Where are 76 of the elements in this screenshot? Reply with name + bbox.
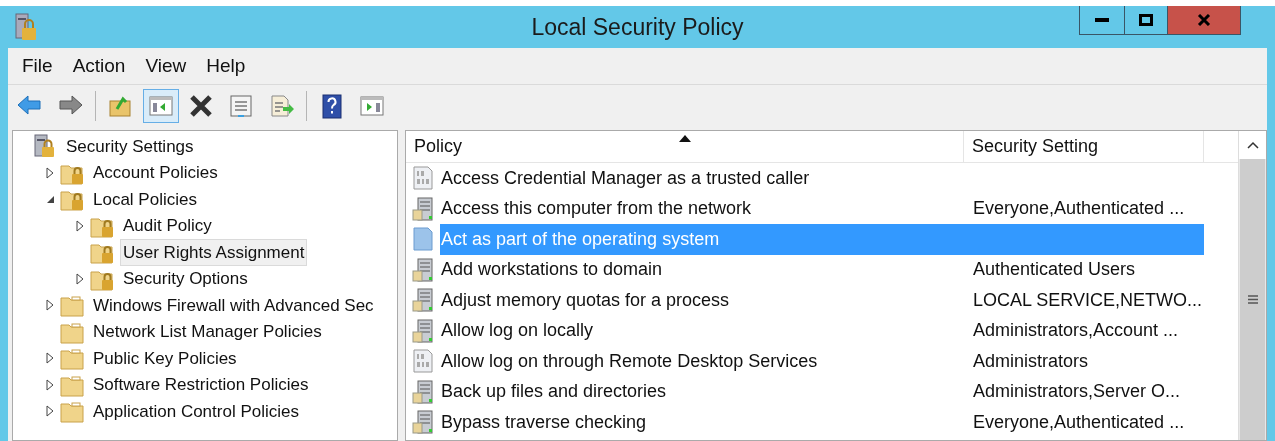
document-icon <box>412 227 434 252</box>
policy-row[interactable]: Access this computer from the network Everyone,Authenticated ... <box>440 193 1204 224</box>
policy-name: Allow log on locally <box>440 319 595 343</box>
sort-arrow-icon <box>678 135 691 142</box>
menu-item[interactable]: Help <box>198 51 254 81</box>
expand-arrow-icon[interactable] <box>46 166 54 179</box>
server-icon <box>412 257 434 282</box>
app-icon <box>14 12 38 42</box>
folder-icon <box>60 399 84 424</box>
policy-row[interactable]: Add workstations to domain Authenticated Users <box>440 254 1204 285</box>
tree-item[interactable]: Software Restriction Policies <box>90 372 312 398</box>
minimize-button[interactable] <box>1079 6 1125 35</box>
menu-item[interactable]: View <box>137 51 195 81</box>
chevron-up-icon <box>1246 141 1259 149</box>
scroll-up-button[interactable] <box>1239 131 1266 159</box>
tree-item[interactable]: Account Policies <box>90 160 221 186</box>
scroll-grip-icon <box>1247 295 1258 304</box>
collapse-arrow-icon[interactable] <box>45 194 55 204</box>
policy-name: Allow log on through Remote Desktop Services <box>440 349 819 373</box>
policy-row[interactable]: Access Credential Manager as a trusted caller <box>440 163 1204 194</box>
policy-name: Bypass traverse checking <box>440 410 648 434</box>
policy-row[interactable]: Back up files and directories Administrators,Server O... <box>440 376 1204 407</box>
properties-icon <box>227 92 255 119</box>
tree-item[interactable]: Local Policies <box>90 186 200 212</box>
menu-item[interactable]: Action <box>64 51 134 81</box>
document-icon <box>412 349 434 374</box>
tree-item[interactable]: User Rights Assignment <box>120 238 308 266</box>
policy-name: Access Credential Manager as a trusted caller <box>440 166 811 190</box>
menu-item[interactable]: File <box>14 51 61 81</box>
policy-row[interactable]: Bypass traverse checking Everyone,Authenticated ... <box>440 407 1204 438</box>
delete-icon <box>187 92 215 119</box>
policy-name: Add workstations to domain <box>440 258 664 282</box>
policy-name: Access this computer from the network <box>440 197 753 221</box>
expand-arrow-icon[interactable] <box>46 378 54 391</box>
tree-item[interactable]: Application Control Policies <box>90 398 302 424</box>
minimize-icon <box>1095 18 1109 22</box>
close-button[interactable] <box>1167 6 1241 35</box>
server-lock-icon <box>33 134 57 159</box>
expand-arrow-icon[interactable] <box>46 352 54 365</box>
security-setting: Everyone,Authenticated ... <box>972 410 1185 434</box>
policy-row[interactable]: Adjust memory quotas for a process LOCAL SERVICE,NETWO... <box>440 285 1204 316</box>
policy-name: Adjust memory quotas for a process <box>440 288 731 312</box>
policy-row[interactable]: Allow log on locally Administrators,Account ... <box>440 315 1204 346</box>
server-icon <box>412 410 434 435</box>
tree-item[interactable]: Public Key Policies <box>90 345 240 371</box>
close-icon <box>1197 14 1211 26</box>
security-setting: LOCAL SERVICE,NETWO... <box>972 288 1203 312</box>
tree-item[interactable]: Security Settings <box>63 133 197 159</box>
window-title: Local Security Policy <box>531 12 744 42</box>
policy-row[interactable]: Allow log on through Remote Desktop Services Administrators <box>440 346 1204 377</box>
security-setting: Authenticated Users <box>972 258 1136 282</box>
scrollbar[interactable] <box>1238 131 1266 440</box>
server-icon <box>412 318 434 343</box>
security-setting: Administrators,Server O... <box>972 380 1181 404</box>
tree-item[interactable]: Audit Policy <box>120 213 215 239</box>
column-header[interactable]: Security Setting <box>964 131 1204 162</box>
security-setting: Administrators <box>972 349 1089 373</box>
expand-arrow-icon[interactable] <box>76 272 84 285</box>
server-icon <box>412 288 434 313</box>
expand-arrow-icon[interactable] <box>76 219 84 232</box>
tree-item[interactable]: Windows Firewall with Advanced Sec <box>90 292 377 318</box>
server-icon <box>412 196 434 221</box>
expand-arrow-icon[interactable] <box>46 405 54 418</box>
column-header[interactable]: Policy <box>406 131 964 162</box>
policy-name: Act as part of the operating system <box>440 227 721 251</box>
security-setting: Everyone,Authenticated ... <box>972 197 1185 221</box>
server-icon <box>412 379 434 404</box>
tree-item[interactable]: Security Options <box>120 266 251 292</box>
security-setting: Administrators,Account ... <box>972 319 1179 343</box>
folder-icon <box>60 293 84 318</box>
expand-arrow-icon[interactable] <box>46 299 54 312</box>
document-icon <box>412 166 434 191</box>
maximize-icon <box>1139 14 1153 26</box>
tree-item[interactable]: Network List Manager Policies <box>90 319 325 345</box>
folder-icon <box>60 346 84 371</box>
policy-name: Back up files and directories <box>440 380 668 404</box>
